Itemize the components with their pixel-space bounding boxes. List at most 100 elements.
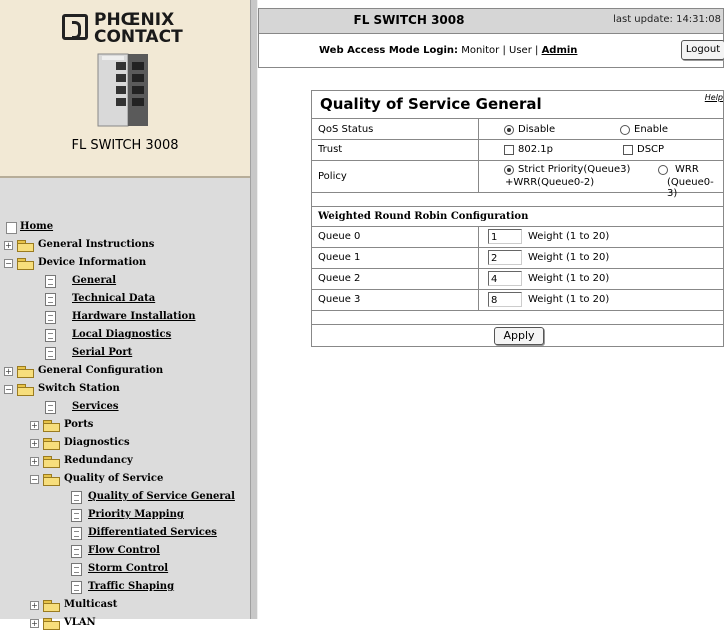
expand-icon[interactable]: + [30,457,39,466]
tree-label[interactable]: Switch Station [38,381,120,397]
logout-button[interactable]: Logout [681,40,724,60]
collapse-icon[interactable]: − [30,475,39,484]
collapse-icon[interactable]: − [4,259,13,268]
tree-label[interactable]: Local Diagnostics [72,327,171,343]
page-title: FL SWITCH 3008 [353,13,465,27]
switch-device-image [97,53,148,127]
folder-open-icon [17,258,34,270]
tree-label[interactable]: General Configuration [38,363,163,379]
status-disable-radio[interactable] [504,125,514,135]
folder-open-icon [43,474,60,486]
access-mode: Web Access Mode Login: Monitor | User | … [319,45,577,56]
queue-row: Queue 1 2 Weight (1 to 20) [311,248,724,269]
tree-label[interactable]: Ports [64,417,93,433]
tree-label[interactable]: VLAN [64,615,96,631]
policy-strict-wrr-radio[interactable] [504,165,514,175]
brand-panel: PHŒNIX CONTACT FL SWITCH 3008 [0,0,250,176]
mode-admin-link[interactable]: Admin [542,45,578,56]
page-icon [71,491,82,504]
page-icon [45,329,56,342]
queue1-weight-input[interactable]: 2 [488,250,522,265]
tree-label[interactable]: Device Information [38,255,146,271]
tree-label[interactable]: General [72,273,116,289]
row-label: Trust [318,144,343,155]
page-icon [45,347,56,360]
frame-divider[interactable] [250,0,258,619]
header-title-row: FL SWITCH 3008 last update: 14:31:08 [258,8,724,34]
folder-icon [43,420,60,432]
weight-hint: Weight (1 to 20) [528,294,610,305]
trust-dscp-checkbox[interactable] [623,145,633,155]
folder-open-icon [17,384,34,396]
expand-icon[interactable]: + [30,421,39,430]
page-icon [71,527,82,540]
row-label-cell: Trust [312,140,479,160]
queue-label: Queue 0 [318,231,361,242]
spacer-row [311,311,724,325]
page-icon [71,545,82,558]
header-bar: FL SWITCH 3008 last update: 14:31:08 Web… [258,8,724,68]
tree-label[interactable]: Priority Mapping [88,507,184,523]
expand-icon[interactable]: + [30,439,39,448]
tree-label[interactable]: Technical Data [72,291,155,307]
row-label-cell: QoS Status [312,119,479,139]
tree-label[interactable]: Storm Control [88,561,168,577]
tree-label[interactable]: Services [72,399,119,415]
page-icon [71,563,82,576]
policy-wrr-radio[interactable] [658,165,668,175]
mode-monitor-link[interactable]: Monitor [461,45,499,56]
tree-label[interactable]: Diagnostics [64,435,130,451]
queue-row: Queue 0 1 Weight (1 to 20) [311,227,724,248]
help-link[interactable]: Help [705,93,723,102]
last-update-text: last update: 14:31:08 [613,14,721,25]
page-icon [45,275,56,288]
policy-wrr-label-line1: WRR [675,164,699,175]
tree-label[interactable]: Multicast [64,597,117,613]
page-icon [71,509,82,522]
apply-button[interactable]: Apply [494,327,544,345]
trust-dscp-label: DSCP [637,144,665,155]
row-label: Policy [318,171,347,182]
collapse-icon[interactable]: − [4,385,13,394]
queue0-weight-input[interactable]: 1 [488,229,522,244]
mode-separator: | [502,45,506,56]
weight-hint: Weight (1 to 20) [528,231,610,242]
row-label-cell: Queue 0 [312,227,479,247]
queue2-weight-input[interactable]: 4 [488,271,522,286]
spacer-row [311,193,724,207]
expand-icon[interactable]: + [4,367,13,376]
tree-label[interactable]: Flow Control [88,543,160,559]
wrr-header-row: Weighted Round Robin Configuration [311,207,724,227]
weight-hint: Weight (1 to 20) [528,273,610,284]
trust-8021p-checkbox[interactable] [504,145,514,155]
tree-label[interactable]: Quality of Service General [88,489,235,505]
tree-label[interactable]: Traffic Shaping [88,579,174,595]
qos-status-row: QoS Status Disable Enable [311,118,724,140]
tree-label[interactable]: Quality of Service [64,471,163,487]
policy-strict-label-line1: Strict Priority(Queue3) [518,164,631,175]
tree-label[interactable]: Serial Port [72,345,132,361]
tree-label[interactable]: Hardware Installation [72,309,196,325]
tree-label[interactable]: Home [20,219,53,235]
tree-label[interactable]: Differentiated Services [88,525,217,541]
queue3-weight-input[interactable]: 8 [488,292,522,307]
expand-icon[interactable]: + [4,241,13,250]
folder-icon [17,366,34,378]
expand-icon[interactable]: + [30,619,39,628]
row-label-cell: Queue 2 [312,269,479,289]
weight-hint: Weight (1 to 20) [528,252,610,263]
mode-separator: | [535,45,539,56]
page-icon [45,401,56,414]
mode-user-link[interactable]: User [509,45,532,56]
status-enable-radio[interactable] [620,125,630,135]
logo-line2: CONTACT [94,27,183,47]
apply-row: Apply [311,325,724,347]
queue-label: Queue 1 [318,252,361,263]
tree-label[interactable]: Redundancy [64,453,133,469]
row-label-cell: Queue 3 [312,290,479,310]
expand-icon[interactable]: + [30,601,39,610]
row-label-cell: Policy [312,161,479,192]
folder-icon [43,456,60,468]
tree-label[interactable]: General Instructions [38,237,154,253]
section-title: Quality of Service General [320,95,542,113]
